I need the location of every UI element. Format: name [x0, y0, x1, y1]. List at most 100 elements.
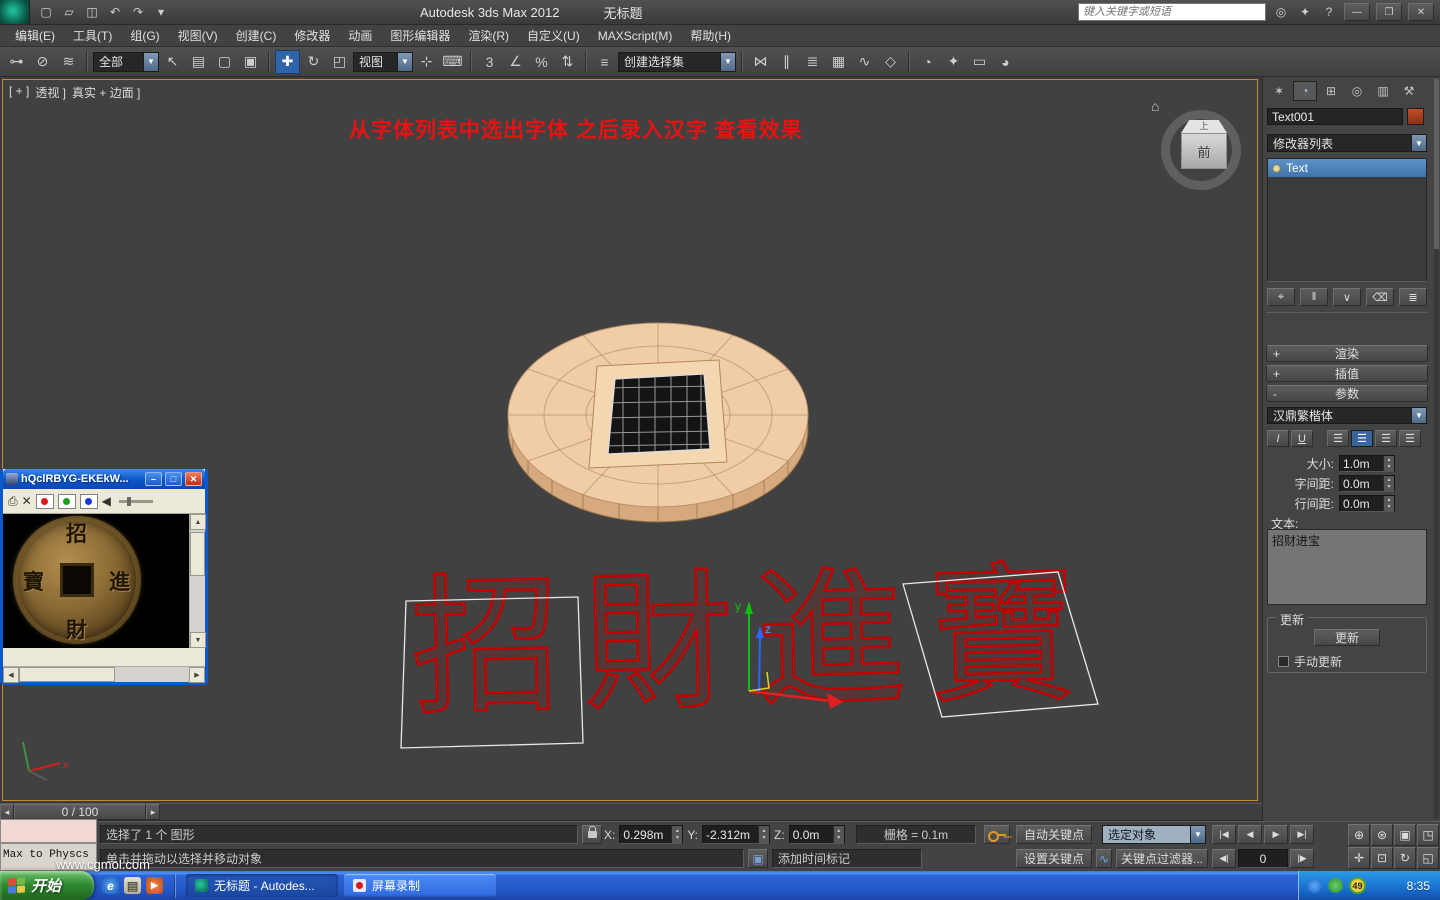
tab-utilities-icon[interactable]: ⚒ [1397, 81, 1421, 101]
zoom-region-icon[interactable]: ⊡ [1371, 847, 1393, 869]
menu-group[interactable]: 组(G) [121, 24, 168, 47]
viewcube-front-face[interactable]: 前 [1181, 133, 1227, 169]
spinner-arrows-icon[interactable]: ▴ ▾ [758, 826, 770, 843]
kerning-field[interactable]: 0.0m ▴ ▾ [1339, 475, 1395, 492]
underline-button[interactable]: U [1291, 430, 1313, 447]
x-coordinate-field[interactable]: 0.298m ▴ ▾ [619, 825, 684, 844]
media-player-icon[interactable]: ▶ [146, 877, 163, 894]
snap-toggle-icon[interactable]: 3 [477, 50, 502, 74]
y-coordinate-field[interactable]: -2.312m ▴ ▾ [702, 825, 771, 844]
tab-modify-icon[interactable]: ◔ [1293, 81, 1317, 101]
menu-create[interactable]: 创建(C) [227, 24, 286, 47]
delete-icon[interactable]: ✕ [22, 494, 32, 508]
pan-view-icon[interactable]: ✛ [1348, 847, 1370, 869]
layer-manager-icon[interactable]: ≣ [800, 50, 825, 74]
player-video-area[interactable]: 招 進 財 寶 [3, 514, 205, 648]
render-production-icon[interactable]: ◕ [993, 50, 1018, 74]
task-button-screen-record[interactable]: 屏幕录制 [344, 874, 496, 897]
mirror-icon[interactable]: ⋈ [748, 50, 773, 74]
italic-button[interactable]: I [1267, 430, 1289, 447]
panel-scrollbar[interactable] [1434, 79, 1439, 819]
zoom-all-icon[interactable]: ⊛ [1371, 824, 1393, 846]
select-and-rotate-icon[interactable]: ↻ [301, 50, 326, 74]
zoom-extents-icon[interactable]: ▣ [1394, 824, 1416, 846]
stack-item-text[interactable]: Text [1268, 159, 1426, 177]
player-horizontal-scrollbar[interactable]: ◀ ▶ [3, 666, 205, 683]
align-right-button[interactable]: ☰ [1375, 430, 1397, 447]
player-minimize-button[interactable]: – [145, 472, 162, 486]
open-file-icon[interactable]: ▱ [59, 3, 79, 22]
align-icon[interactable]: ∥ [774, 50, 799, 74]
rollout-rendering[interactable]: + 渲染 [1266, 345, 1428, 362]
next-frame-arrow[interactable]: ▸ [146, 804, 160, 820]
select-and-manipulate-icon[interactable]: ⊹ [414, 50, 439, 74]
tab-motion-icon[interactable]: ◎ [1345, 81, 1369, 101]
orbit-viewport-icon[interactable]: ↻ [1394, 847, 1416, 869]
rectangular-selection-region-icon[interactable]: ▢ [212, 50, 237, 74]
player-close-button[interactable]: ✕ [185, 472, 202, 486]
clock[interactable]: 8:35 [1407, 879, 1430, 893]
render-setup-icon[interactable]: ✦ [941, 50, 966, 74]
zoom-extents-all-icon[interactable]: ◳ [1417, 824, 1439, 846]
chevron-down-icon[interactable]: ▼ [1190, 826, 1205, 843]
scrollbar-thumb[interactable] [1434, 79, 1439, 249]
graphite-ribbon-icon[interactable]: ▦ [826, 50, 851, 74]
text-input-area[interactable] [1267, 529, 1427, 605]
player-vertical-scrollbar[interactable]: ▲ ▼ [189, 514, 206, 648]
time-slider-handle[interactable]: 0 / 100 [14, 804, 146, 820]
scroll-up-icon[interactable]: ▲ [190, 514, 206, 530]
select-object-icon[interactable]: ↖ [160, 50, 185, 74]
selection-filter-combo[interactable]: 全部 ▼ [93, 51, 159, 72]
save-file-icon[interactable]: ◫ [82, 3, 102, 22]
key-filters-icon[interactable]: ∿ [1096, 849, 1112, 868]
selection-lock-button[interactable] [582, 825, 602, 844]
record-green-button[interactable] [57, 493, 76, 509]
start-button[interactable]: 开始 [0, 871, 94, 900]
tray-antivirus-icon[interactable] [1328, 878, 1343, 893]
select-and-link-icon[interactable]: ⊶ [4, 50, 29, 74]
favorites-icon[interactable]: ✦ [1296, 3, 1314, 21]
z-coordinate-field[interactable]: 0.0m ▴ ▾ [788, 825, 845, 844]
previous-frame-button[interactable]: ◀ [1238, 825, 1262, 844]
align-left-button[interactable]: ☰ [1327, 430, 1349, 447]
manual-update-checkbox[interactable]: 手动更新 [1278, 653, 1342, 670]
window-crossing-icon[interactable]: ▣ [238, 50, 263, 74]
rollout-parameters[interactable]: - 参数 [1266, 385, 1428, 402]
modifier-list-dropdown[interactable]: 修改器列表 ▼ [1267, 134, 1427, 152]
show-desktop-icon[interactable]: ▤ [124, 877, 141, 894]
viewport-shading-menu[interactable]: 真实 + 边面 ] [72, 84, 140, 101]
spinner-arrows-icon[interactable]: ▴ ▾ [1383, 496, 1394, 511]
lightbulb-icon[interactable] [1272, 163, 1281, 173]
update-button[interactable]: 更新 [1314, 629, 1380, 646]
chevron-down-icon[interactable]: ▼ [720, 52, 735, 71]
menu-maxscript[interactable]: MAXScript(M) [589, 26, 682, 46]
show-end-result-icon[interactable]: ‖ [1300, 288, 1328, 306]
scroll-left-icon[interactable]: ◀ [3, 667, 19, 683]
scroll-down-icon[interactable]: ▼ [190, 632, 206, 648]
menu-help[interactable]: 帮助(H) [681, 24, 740, 47]
go-to-end-button[interactable]: ▶| [1290, 825, 1314, 844]
viewport-pov-menu[interactable]: 透视 ] [35, 84, 66, 101]
chevron-down-icon[interactable]: ▼ [1411, 408, 1426, 423]
go-to-start-button[interactable]: |◀ [1212, 825, 1236, 844]
undo-icon[interactable]: ↶ [105, 3, 125, 22]
spinner-arrows-icon[interactable]: ▴ ▾ [1383, 476, 1394, 491]
tray-badge[interactable]: 49 [1349, 877, 1366, 894]
next-key-button[interactable]: |▶ [1290, 849, 1314, 868]
restore-button[interactable]: ❐ [1376, 3, 1402, 21]
player-title-bar[interactable]: hQclRBYG-EKEkW... – □ ✕ [3, 469, 205, 489]
text-spline-object[interactable]: 招財進寶 [408, 545, 1102, 739]
tab-hierarchy-icon[interactable]: ⊞ [1319, 81, 1343, 101]
tray-network-icon[interactable] [1307, 878, 1322, 893]
menu-animation[interactable]: 动画 [339, 24, 381, 47]
record-blue-button[interactable] [79, 493, 98, 509]
current-frame-field[interactable]: 0 [1238, 849, 1288, 868]
selected-objects-combo[interactable]: 选定对象 ▼ [1102, 825, 1206, 844]
select-and-move-icon[interactable]: ✚ [275, 49, 300, 74]
spinner-snap-icon[interactable]: ⇅ [555, 50, 580, 74]
align-justify-button[interactable]: ☰ [1399, 430, 1421, 447]
schematic-view-icon[interactable]: ◇ [878, 50, 903, 74]
play-button[interactable]: ▶ [1264, 825, 1288, 844]
curve-editor-icon[interactable]: ∿ [852, 50, 877, 74]
minimize-button[interactable]: — [1344, 3, 1370, 21]
